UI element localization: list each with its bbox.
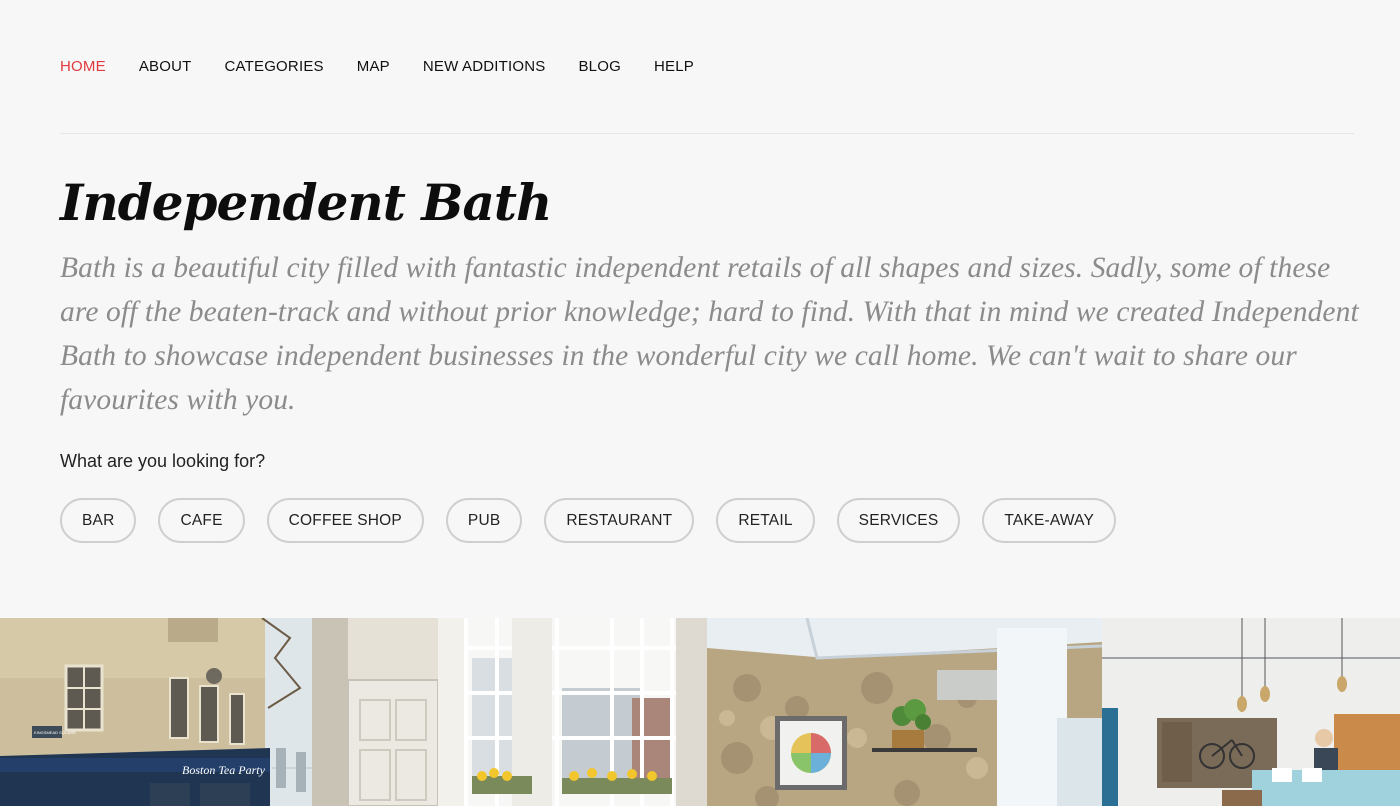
main-nav: HOME ABOUT CATEGORIES MAP NEW ADDITIONS … <box>60 56 727 78</box>
tag-services-button[interactable]: SERVICES <box>836 498 961 543</box>
interior-window-image <box>312 618 707 806</box>
tag-restaurant-button[interactable]: RESTAURANT <box>544 498 695 543</box>
photo-boston-tea-party[interactable]: KINGSMEAD SQUARE Boston Tea Party <box>0 618 312 806</box>
category-question: What are you looking for? <box>60 451 266 471</box>
nav-new-additions-link[interactable]: NEW ADDITIONS <box>423 56 546 78</box>
svg-text:Boston Tea Party: Boston Tea Party <box>182 763 266 777</box>
page-title: Independent Bath <box>60 173 552 232</box>
nav-map-link[interactable]: MAP <box>357 56 390 78</box>
tag-take-away-button[interactable]: TAKE-AWAY <box>982 498 1117 543</box>
category-tags: BAR CAFE COFFEE SHOP PUB RESTAURANT RETA… <box>60 498 1117 543</box>
intro-paragraph: Bath is a beautiful city filled with fan… <box>60 252 1359 416</box>
header-divider <box>60 133 1354 134</box>
photo-coffee-counter[interactable] <box>1102 618 1400 806</box>
photo-stone-wall[interactable] <box>707 618 1102 806</box>
nav-categories-link[interactable]: CATEGORIES <box>225 56 324 78</box>
nav-blog-link[interactable]: BLOG <box>578 56 620 78</box>
nav-about-link[interactable]: ABOUT <box>139 56 192 78</box>
tag-bar-button[interactable]: BAR <box>60 498 137 543</box>
nav-home-link[interactable]: HOME <box>60 56 106 78</box>
tag-retail-button[interactable]: RETAIL <box>716 498 815 543</box>
coffee-shop-image <box>1102 618 1400 806</box>
featured-photo-strip: KINGSMEAD SQUARE Boston Tea Party <box>0 618 1400 806</box>
tag-pub-button[interactable]: PUB <box>445 498 523 543</box>
nav-help-link[interactable]: HELP <box>654 56 694 78</box>
tag-coffee-shop-button[interactable]: COFFEE SHOP <box>266 498 424 543</box>
photo-window-interior[interactable] <box>312 618 707 806</box>
stone-wall-image <box>707 618 1102 806</box>
svg-text:KINGSMEAD SQUARE: KINGSMEAD SQUARE <box>34 730 76 735</box>
tag-cafe-button[interactable]: CAFE <box>158 498 245 543</box>
storefront-image: KINGSMEAD SQUARE Boston Tea Party <box>0 618 312 806</box>
